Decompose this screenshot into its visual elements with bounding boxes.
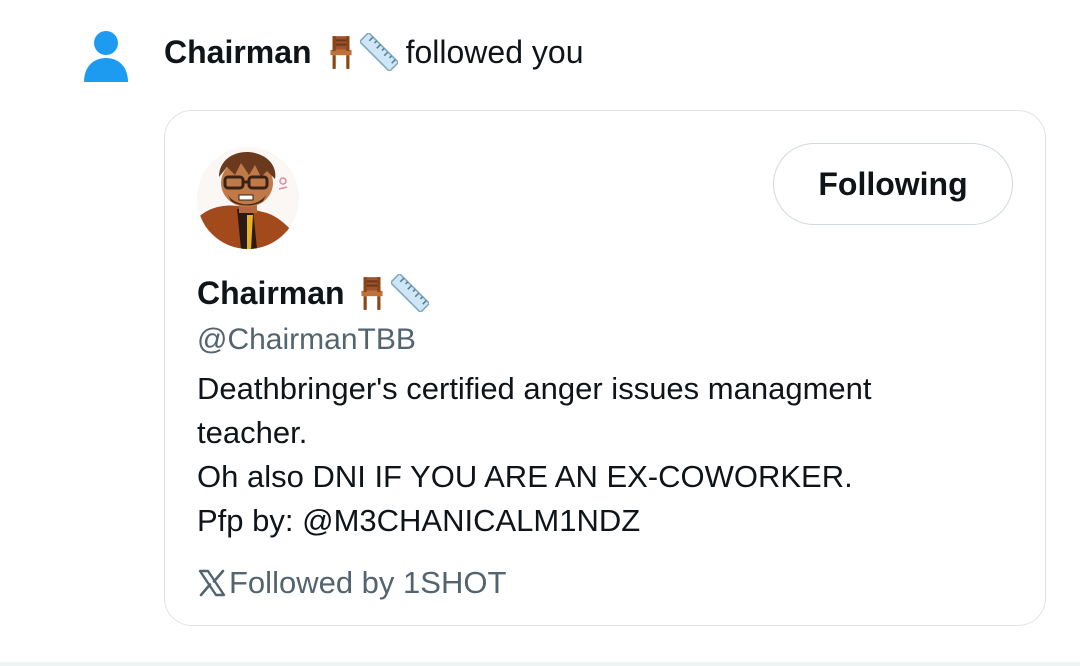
avatar[interactable] <box>197 147 299 249</box>
bio-line: Deathbringer's certified anger issues ma… <box>197 371 872 406</box>
followed-by-text: Followed by 1SHOT <box>229 565 507 600</box>
actor-name[interactable]: Chairman <box>164 30 312 74</box>
user-card[interactable]: Following Chairman @ChairmanTBB Deathbri… <box>164 110 1046 626</box>
profile-display-name[interactable]: Chairman <box>197 271 429 315</box>
chair-icon <box>361 277 383 310</box>
divider <box>0 662 1080 666</box>
display-name-text: Chairman <box>197 275 345 311</box>
ruler-icon <box>390 274 429 312</box>
chair-icon <box>330 36 352 69</box>
profile-bio: Deathbringer's certified anger issues ma… <box>197 367 997 543</box>
action-text: followed you <box>405 34 584 70</box>
bio-line: teacher. <box>197 415 308 450</box>
bio-line: Pfp by: @M3CHANICALM1NDZ <box>197 503 641 538</box>
bio-line: Oh also DNI IF YOU ARE AN EX-COWORKER. <box>197 459 853 494</box>
ruler-icon <box>359 33 398 71</box>
notification-headline: Chairman followed you <box>164 30 583 74</box>
x-logo-icon <box>198 569 226 597</box>
following-button[interactable]: Following <box>773 143 1013 225</box>
profile-handle[interactable]: @ChairmanTBB <box>197 319 416 361</box>
follow-notification[interactable]: Chairman followed you Following Chairman… <box>0 0 1080 666</box>
followed-by[interactable]: Followed by 1SHOT <box>197 561 506 605</box>
person-icon <box>84 31 128 82</box>
avatar-image <box>197 147 299 249</box>
